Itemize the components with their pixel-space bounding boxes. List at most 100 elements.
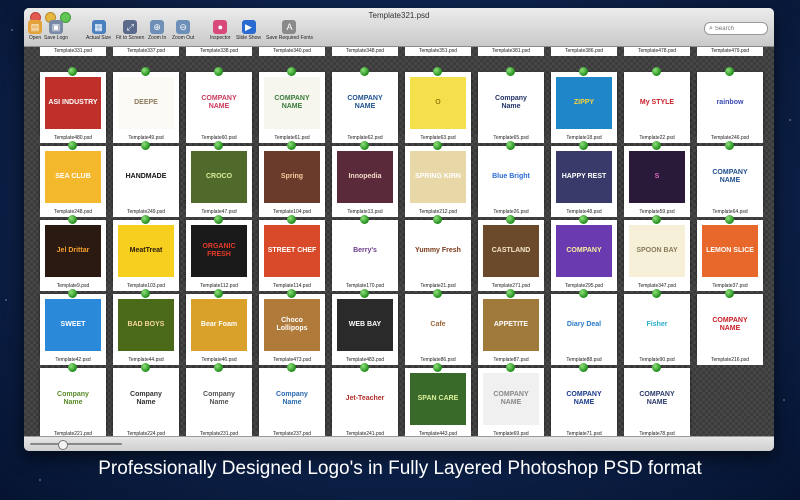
zoom-in-button[interactable]: ⊕ Zoom In: [148, 20, 166, 41]
logo-tile[interactable]: Company Name Template221.psd: [40, 363, 106, 437]
logo-tile[interactable]: Choco Lollipops Template473.psd: [259, 289, 325, 366]
logo-wordmark: Company Name: [276, 391, 308, 406]
logo-tile[interactable]: Cafe Template86.psd: [405, 289, 471, 366]
logo-tile[interactable]: Blue Bright Template26.psd: [478, 141, 544, 218]
logo-thumbnail: Company Name: [191, 373, 247, 425]
logo-tile[interactable]: My STYLE Template22.psd: [624, 67, 690, 144]
logo-wordmark: Fisher: [646, 321, 668, 328]
logo-tile[interactable]: COMPANY NAME Template61.psd: [259, 67, 325, 144]
logo-tile[interactable]: Fisher Template90.psd: [624, 289, 690, 366]
logo-tile[interactable]: Innopedia Template13.psd: [332, 141, 398, 218]
slideshow-button[interactable]: ▶ Slide Show: [236, 20, 261, 41]
folder-button[interactable]: ▤ Open: [28, 20, 42, 41]
pushpin-icon: [725, 289, 734, 298]
logo-tile[interactable]: O Template63.psd: [405, 67, 471, 144]
logo-wordmark: Yummy Fresh: [415, 247, 461, 254]
pushpin-icon: [141, 289, 150, 298]
logo-tile[interactable]: SPRING KIRN Template212.psd: [405, 141, 471, 218]
logo-tile[interactable]: COMPANY NAME Template216.psd: [697, 289, 763, 366]
logo-tile[interactable]: Jet-Teacher Template241.psd: [332, 363, 398, 437]
logo-thumbnail-frame: LEMON SLICE: [697, 220, 763, 282]
logo-tile[interactable]: LEMON SLICE Template37.psd: [697, 215, 763, 292]
logo-tile[interactable]: WEB BAY Template483.psd: [332, 289, 398, 366]
logo-tile[interactable]: CROCO Template47.psd: [186, 141, 252, 218]
logo-thumbnail: COMPANY NAME: [556, 373, 612, 425]
pushpin-icon: [141, 141, 150, 150]
logo-wordmark: SPOON BAY: [636, 247, 678, 254]
logo-wordmark: Blue Bright: [492, 173, 530, 180]
logo-tile[interactable]: ORGANIC FRESH Template112.psd: [186, 215, 252, 292]
logo-tile[interactable]: STREET CHEF Template114.psd: [259, 215, 325, 292]
actual-size-button[interactable]: ▦ Actual Size: [86, 20, 111, 41]
logo-thumbnail-frame: Jet-Teacher: [332, 368, 398, 430]
logo-tile[interactable]: HANDMADE Template249.psd: [113, 141, 179, 218]
logo-tile[interactable]: Spring Template104.psd: [259, 141, 325, 218]
logo-tile[interactable]: COMPANY NAME Template78.psd: [624, 363, 690, 437]
logo-tile[interactable]: COMPANY NAME Template69.psd: [478, 363, 544, 437]
logo-thumbnail-frame: SPOON BAY: [624, 220, 690, 282]
logo-tile[interactable]: Company Name Template237.psd: [259, 363, 325, 437]
logo-wordmark: Company Name: [57, 391, 89, 406]
logo-tile[interactable]: COMPANY NAME Template71.psd: [551, 363, 617, 437]
logo-tile[interactable]: Company Name Template65.psd: [478, 67, 544, 144]
logo-tile[interactable]: COMPANY NAME Template60.psd: [186, 67, 252, 144]
logo-thumbnail: ORGANIC FRESH: [191, 225, 247, 277]
zoom-out-button[interactable]: ⊖ Zoom Out: [172, 20, 194, 41]
logo-wordmark: Bear Foam: [200, 321, 238, 328]
logo-tile[interactable]: Bear Foam Template46.psd: [186, 289, 252, 366]
logo-tile[interactable]: CASTLAND Template271.psd: [478, 215, 544, 292]
logo-tile[interactable]: COMPANY Template295.psd: [551, 215, 617, 292]
search-input[interactable]: [712, 25, 755, 32]
pushpin-icon: [214, 141, 223, 150]
logo-tile[interactable]: APPETITE Template87.psd: [478, 289, 544, 366]
logo-tile[interactable]: Company Name Template231.psd: [186, 363, 252, 437]
logo-tile[interactable]: Jel Drittar Template9.psd: [40, 215, 106, 292]
logo-thumbnail: COMPANY NAME: [702, 299, 758, 351]
logo-tile[interactable]: Company Name Template224.psd: [113, 363, 179, 437]
logo-wordmark: ORGANIC FRESH: [202, 243, 236, 258]
logo-thumbnail: Company Name: [483, 77, 539, 129]
inspector-button[interactable]: ● Inspector: [210, 20, 231, 41]
logo-tile[interactable]: HAPPY REST Template48.psd: [551, 141, 617, 218]
logo-thumbnail-frame: Innopedia: [332, 146, 398, 208]
logo-tile[interactable]: SWEET Template42.psd: [40, 289, 106, 366]
pushpin-icon: [433, 141, 442, 150]
pushpin-icon: [725, 215, 734, 224]
logo-thumbnail-frame: COMPANY NAME: [259, 72, 325, 134]
logo-thumbnail: Innopedia: [337, 151, 393, 203]
logo-thumbnail-frame: STREET CHEF: [259, 220, 325, 282]
logo-tile[interactable]: COMPANY NAME Template64.psd: [697, 141, 763, 218]
logo-thumbnail: SWEET: [45, 299, 101, 351]
logo-thumbnail: rainbow: [702, 77, 758, 129]
logo-thumbnail: Spring: [264, 151, 320, 203]
logo-tile[interactable]: MeatTreat Template103.psd: [113, 215, 179, 292]
logo-tile[interactable]: Berry's Template170.psd: [332, 215, 398, 292]
search-field[interactable]: ⌕: [704, 22, 768, 35]
logo-thumbnail-frame: O: [405, 72, 471, 134]
logo-tile[interactable]: rainbow Template246.psd: [697, 67, 763, 144]
logo-tile[interactable]: ZIPPY Template18.psd: [551, 67, 617, 144]
pushpin-icon: [68, 289, 77, 298]
save-button[interactable]: ▣ Save Logo: [44, 20, 68, 41]
fonts-button[interactable]: A Save Required Fonts: [266, 20, 313, 41]
logo-tile[interactable]: SEA CLUB Template248.psd: [40, 141, 106, 218]
pushpin-icon: [725, 141, 734, 150]
logo-tile[interactable]: Yummy Fresh Template21.psd: [405, 215, 471, 292]
pushpin-icon: [579, 141, 588, 150]
logo-tile[interactable]: Diary Deal Template88.psd: [551, 289, 617, 366]
logo-tile[interactable]: COMPANY NAME Template62.psd: [332, 67, 398, 144]
logo-tile[interactable]: ASI INDUSTRY Template480.psd: [40, 67, 106, 144]
pushpin-icon: [506, 363, 515, 372]
logo-tile[interactable]: BAD BOYS Template44.psd: [113, 289, 179, 366]
fit-screen-button[interactable]: ⤢ Fit to Screen: [116, 20, 144, 41]
zoom-slider-track[interactable]: [30, 443, 122, 445]
toolbar-label: Save Logo: [44, 35, 68, 41]
logo-tile[interactable]: SPAN CARE Template443.psd: [405, 363, 471, 437]
logo-thumbnail: Company Name: [45, 373, 101, 425]
logo-tile[interactable]: SPOON BAY Template347.psd: [624, 215, 690, 292]
logo-tile[interactable]: DEEPE Template49.psd: [113, 67, 179, 144]
logo-tile[interactable]: S Template59.psd: [624, 141, 690, 218]
pushpin-icon: [287, 289, 296, 298]
zoom-slider-thumb[interactable]: [58, 440, 69, 450]
logo-thumbnail: STREET CHEF: [264, 225, 320, 277]
